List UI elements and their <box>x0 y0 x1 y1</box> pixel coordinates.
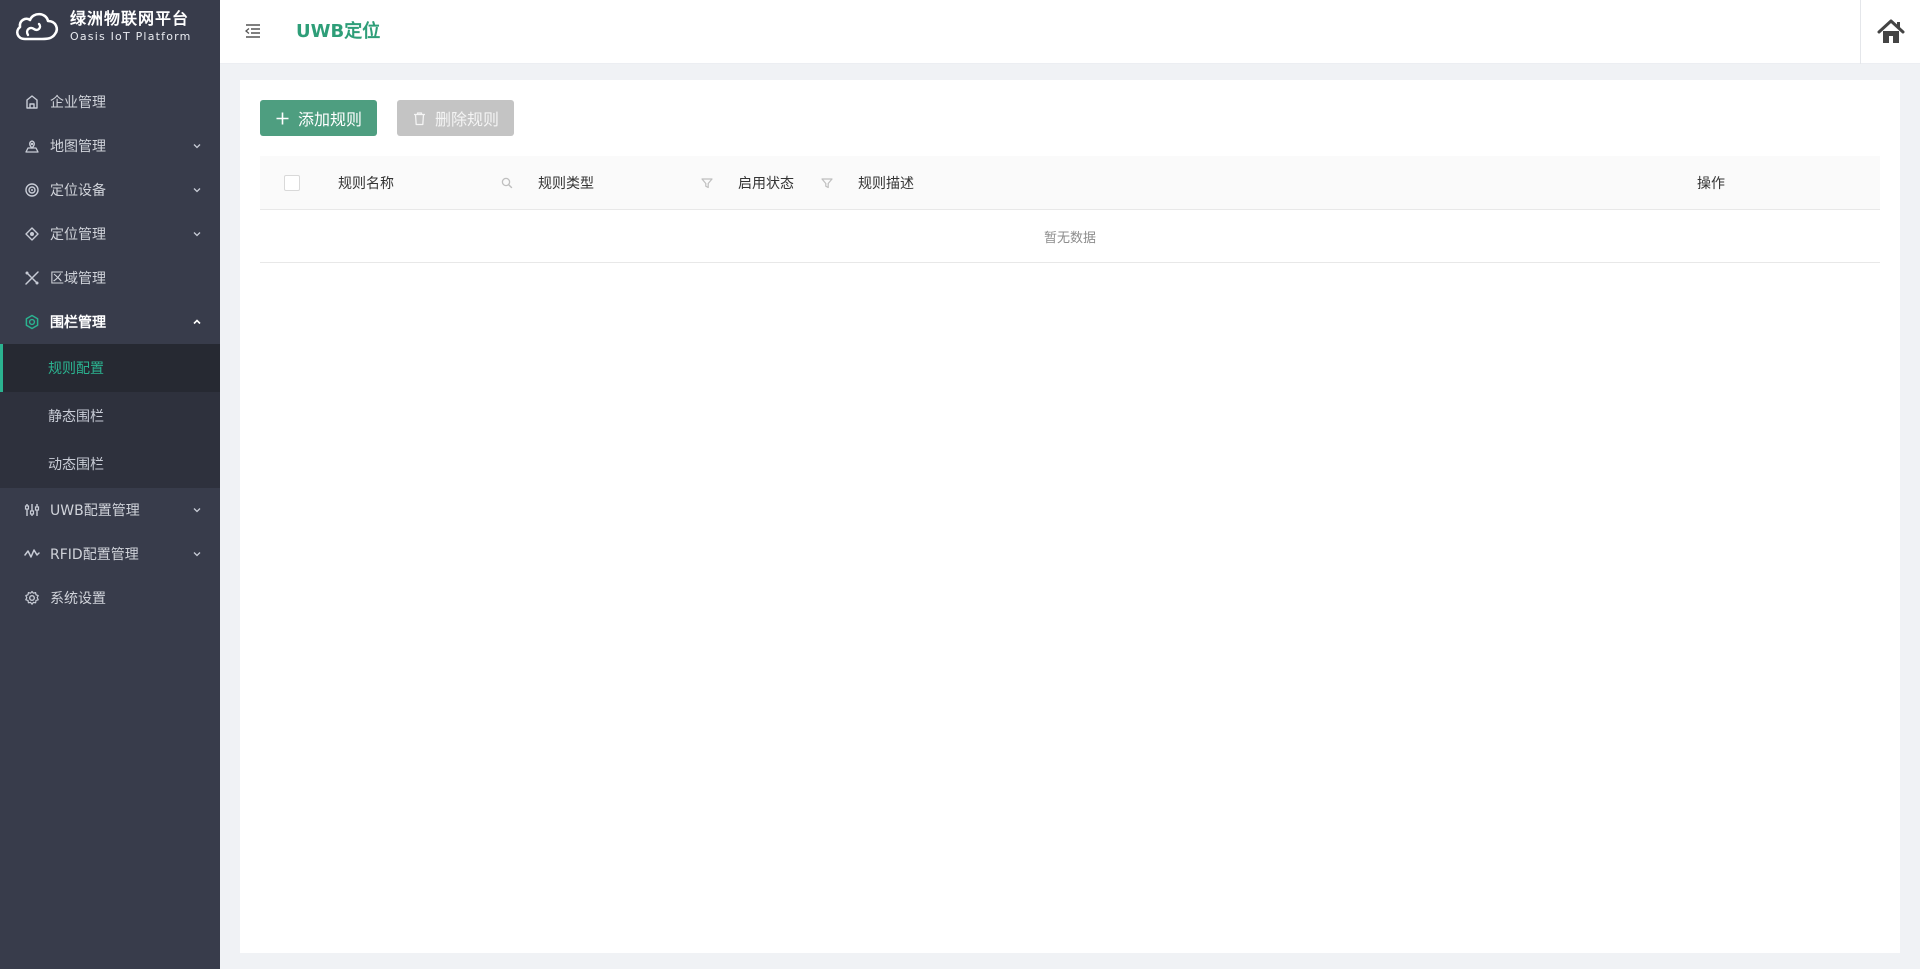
empty-text: 暂无数据 <box>1043 230 1096 246</box>
rule-toolbar: 添加规则 删除规则 <box>260 100 515 136</box>
table-empty-row: 暂无数据 <box>260 210 1880 263</box>
sidebar-item-label: 定位设备 <box>50 183 106 199</box>
home-icon <box>1877 19 1904 43</box>
brand-text: 绿洲物联网平台 Oasis IoT Platform <box>70 8 192 43</box>
top-header: UWB定位 <box>220 0 1920 64</box>
chevron-down-icon <box>192 505 202 515</box>
chevron-down-icon <box>192 549 202 559</box>
add-rule-button[interactable]: 添加规则 <box>260 100 378 136</box>
home-button[interactable] <box>1860 0 1920 64</box>
menu-collapse-icon[interactable] <box>244 22 262 40</box>
target-icon <box>24 182 40 198</box>
sidebar-subitem-label: 规则配置 <box>48 361 104 377</box>
filter-icon[interactable] <box>820 176 834 190</box>
sidebar-menu: 企业管理 地图管理 定位设备 定位管理 区域管理 围栏管理 规则配置 静态围栏 … <box>0 80 220 620</box>
column-header-label: 规则描述 <box>858 176 914 192</box>
fence-submenu: 规则配置 静态围栏 动态围栏 <box>0 344 220 488</box>
sidebar-item-enterprise[interactable]: 企业管理 <box>0 80 220 124</box>
sidebar-item-label: 围栏管理 <box>50 315 106 331</box>
filter-icon[interactable] <box>700 176 714 190</box>
crosshair-icon <box>24 226 40 242</box>
chevron-up-icon <box>192 317 202 327</box>
sidebar-item-label: 定位管理 <box>50 227 106 243</box>
sliders-icon <box>24 502 40 518</box>
sidebar-item-label: 地图管理 <box>50 139 106 155</box>
column-rule-type: 规则类型 <box>538 156 728 210</box>
delete-rule-label: 删除规则 <box>435 110 500 129</box>
delete-rule-button[interactable]: 删除规则 <box>397 100 515 136</box>
main-content: 添加规则 删除规则 规则名称 规则类型 启用状态 规则描述 操作 暂无数据 <box>240 80 1900 953</box>
sidebar-item-label: RFID配置管理 <box>50 547 139 563</box>
brand-logo[interactable]: 绿洲物联网平台 Oasis IoT Platform <box>0 0 220 52</box>
chevron-down-icon <box>192 185 202 195</box>
table-header: 规则名称 规则类型 启用状态 规则描述 操作 <box>260 156 1880 210</box>
chevron-down-icon <box>192 229 202 239</box>
map-pin-icon <box>24 138 40 154</box>
building-icon <box>24 94 40 110</box>
sidebar-item-system-settings[interactable]: 系统设置 <box>0 576 220 620</box>
cloud-logo-icon <box>15 12 59 41</box>
column-rule-name: 规则名称 <box>338 156 528 210</box>
sidebar-subitem-static-fence[interactable]: 静态围栏 <box>0 392 220 440</box>
sidebar: 绿洲物联网平台 Oasis IoT Platform 企业管理 地图管理 定位设… <box>0 0 220 969</box>
fence-hexagon-icon <box>24 314 40 330</box>
sidebar-item-positioning-management[interactable]: 定位管理 <box>0 212 220 256</box>
column-header-label: 启用状态 <box>738 176 794 192</box>
search-icon[interactable] <box>500 176 514 190</box>
column-header-label: 操作 <box>1697 176 1725 192</box>
column-actions: 操作 <box>1697 156 1817 210</box>
sidebar-item-label: UWB配置管理 <box>50 503 140 519</box>
gear-icon <box>24 590 40 606</box>
trash-icon <box>414 111 426 125</box>
sidebar-item-map[interactable]: 地图管理 <box>0 124 220 168</box>
sidebar-item-uwb-config[interactable]: UWB配置管理 <box>0 488 220 532</box>
brand-subtitle: Oasis IoT Platform <box>70 29 192 43</box>
column-header-label: 规则名称 <box>338 176 394 192</box>
sidebar-item-area[interactable]: 区域管理 <box>0 256 220 300</box>
column-header-label: 规则类型 <box>538 176 594 192</box>
add-rule-label: 添加规则 <box>298 110 363 129</box>
area-tools-icon <box>24 270 40 286</box>
sidebar-subitem-rule-config[interactable]: 规则配置 <box>0 344 220 392</box>
column-enable-status: 启用状态 <box>738 156 848 210</box>
chevron-down-icon <box>192 141 202 151</box>
sidebar-item-label: 系统设置 <box>50 591 106 607</box>
sidebar-item-label: 区域管理 <box>50 271 106 287</box>
sidebar-item-positioning-devices[interactable]: 定位设备 <box>0 168 220 212</box>
plus-icon <box>276 112 289 124</box>
select-all-checkbox[interactable] <box>284 175 300 191</box>
sidebar-subitem-label: 静态围栏 <box>48 409 104 425</box>
sidebar-item-fence[interactable]: 围栏管理 <box>0 300 220 344</box>
sidebar-item-label: 企业管理 <box>50 95 106 111</box>
signal-wave-icon <box>24 546 40 562</box>
rules-table: 规则名称 规则类型 启用状态 规则描述 操作 暂无数据 <box>260 156 1880 263</box>
sidebar-item-rfid-config[interactable]: RFID配置管理 <box>0 532 220 576</box>
sidebar-subitem-dynamic-fence[interactable]: 动态围栏 <box>0 440 220 488</box>
app-root: 绿洲物联网平台 Oasis IoT Platform 企业管理 地图管理 定位设… <box>0 0 1920 969</box>
page-title: UWB定位 <box>296 21 381 42</box>
column-rule-description: 规则描述 <box>858 156 1258 210</box>
brand-title: 绿洲物联网平台 <box>70 8 190 28</box>
sidebar-subitem-label: 动态围栏 <box>48 457 104 473</box>
